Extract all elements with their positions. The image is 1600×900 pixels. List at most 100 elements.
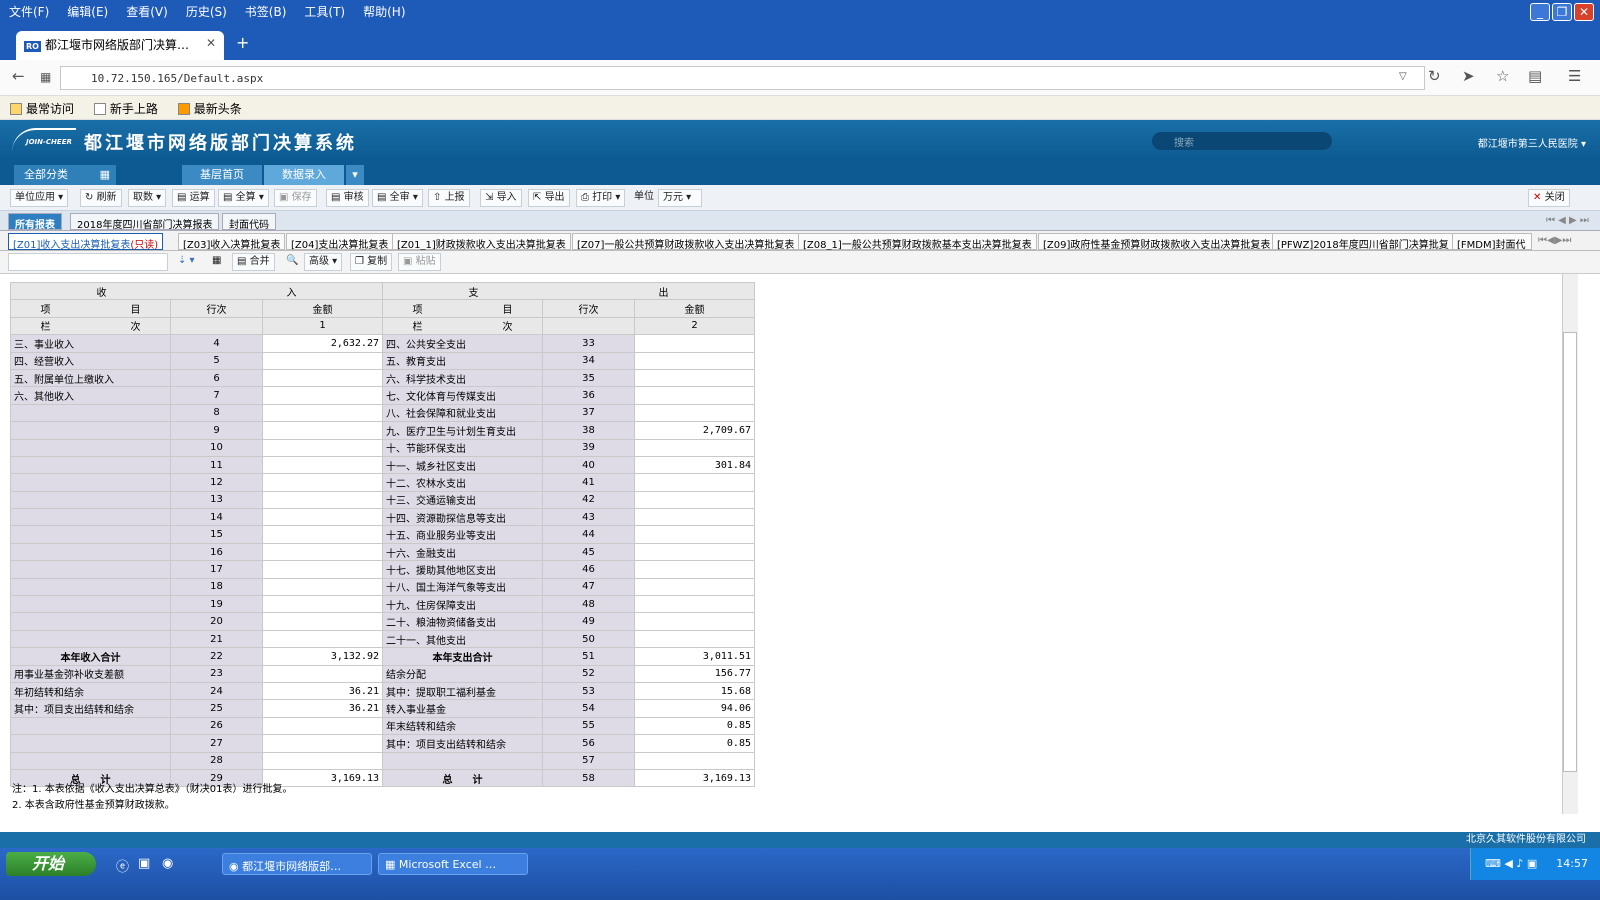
restore-icon[interactable]: ❐ <box>1552 3 1572 21</box>
income-amount-cell[interactable] <box>262 508 383 527</box>
browser-tab[interactable]: RO 都江堰市网络版部门决算… ✕ <box>16 31 224 60</box>
tab-scroll-icon[interactable]: ⏮◀▶⏭ <box>1534 233 1575 250</box>
expense-amount-cell[interactable] <box>634 751 755 770</box>
close-window-icon[interactable]: ✕ <box>1574 3 1594 21</box>
income-amount-cell[interactable] <box>262 542 383 562</box>
expense-amount-cell[interactable] <box>634 403 755 423</box>
menu-help[interactable]: 帮助(H) <box>354 0 414 23</box>
menu-bookmarks[interactable]: 书签(B) <box>236 0 296 23</box>
cell-input[interactable] <box>8 253 168 271</box>
calc-all-button[interactable]: ▤ 全算 ▾ <box>218 189 269 207</box>
expense-amount-cell[interactable] <box>634 508 755 527</box>
down-arrow-icon[interactable]: ⇣ ▾ <box>174 253 199 271</box>
calc-button[interactable]: ▤ 运算 <box>172 189 215 207</box>
explorer-icon[interactable]: ▣ <box>138 856 150 871</box>
income-amount-cell[interactable]: 2,632.27 <box>262 334 383 353</box>
expense-amount-cell[interactable]: 301.84 <box>634 455 755 475</box>
firefox-icon[interactable]: ◉ <box>162 856 173 871</box>
library-icon[interactable]: ▤ <box>1528 67 1542 85</box>
tab-report-z08-1[interactable]: [Z08_1]一般公共预算财政拨款基本支出决算批复表 <box>798 233 1037 250</box>
refresh-button[interactable]: ↻ 刷新 <box>80 189 122 207</box>
income-amount-cell[interactable] <box>262 421 383 440</box>
send-icon[interactable]: ➤ <box>1462 67 1475 85</box>
merge-button[interactable]: ▤ 合并 <box>232 253 275 271</box>
income-amount-cell[interactable] <box>262 664 383 683</box>
submit-button[interactable]: ⇧ 上报 <box>428 189 470 207</box>
tab-nav-icon[interactable]: ⏮ ◀ ▶ ⏭ <box>1540 213 1595 230</box>
advanced-button[interactable]: 高级 ▾ <box>304 253 343 271</box>
tab-report-pfwz[interactable]: [PFWZ]2018年度四川省部门决算批复 <box>1272 233 1454 250</box>
copy-button[interactable]: ❐ 复制 <box>350 253 393 271</box>
income-amount-cell[interactable] <box>262 716 383 736</box>
income-amount-cell[interactable] <box>262 455 383 475</box>
expense-amount-cell[interactable] <box>634 334 755 353</box>
menu-edit[interactable]: 编辑(E) <box>58 0 117 23</box>
fetch-button[interactable]: 取数 ▾ <box>128 189 167 207</box>
menu-tools[interactable]: 工具(T) <box>295 0 354 23</box>
bookmark-latest-headlines[interactable]: 最新头条 <box>172 96 248 121</box>
tray-icons[interactable]: ⌨ ◀ ♪ ▣ <box>1485 857 1537 870</box>
tab-report-z09[interactable]: [Z09]政府性基金预算财政拨款收入支出决算批复表 <box>1038 233 1276 250</box>
audit-all-button[interactable]: ▤ 全审 ▾ <box>372 189 423 207</box>
expense-amount-cell[interactable]: 94.06 <box>634 699 755 718</box>
income-amount-cell[interactable] <box>262 734 383 753</box>
income-amount-cell[interactable]: 36.21 <box>262 699 383 718</box>
income-amount-cell[interactable] <box>262 577 383 597</box>
expense-amount-cell[interactable] <box>634 612 755 631</box>
tab-report-z03[interactable]: [Z03]收入决算批复表 <box>178 233 286 250</box>
scrollbar-thumb[interactable] <box>1563 332 1577 772</box>
audit-button[interactable]: ▤ 审核 <box>326 189 369 207</box>
income-amount-cell[interactable] <box>262 403 383 423</box>
minimize-icon[interactable]: _ <box>1530 3 1550 21</box>
tab-report-z04[interactable]: [Z04]支出决算批复表 <box>286 233 394 250</box>
income-amount-cell[interactable] <box>262 368 383 388</box>
expense-amount-cell[interactable]: 15.68 <box>634 681 755 701</box>
expense-amount-cell[interactable] <box>634 490 755 510</box>
start-button[interactable]: 开始 <box>6 852 96 876</box>
expense-amount-cell[interactable] <box>634 368 755 388</box>
income-amount-cell[interactable] <box>262 525 383 544</box>
menu-file[interactable]: 文件(F) <box>0 0 58 23</box>
dropdown-icon[interactable]: ▽ <box>1399 71 1407 82</box>
expense-amount-cell[interactable] <box>634 595 755 614</box>
expense-amount-cell[interactable]: 2,709.67 <box>634 421 755 440</box>
tab-report-z07[interactable]: [Z07]一般公共预算财政拨款收入支出决算批复表 <box>572 233 800 250</box>
expense-amount-cell[interactable] <box>634 577 755 597</box>
user-menu[interactable]: 都江堰市第三人民医院 ▾ <box>1478 135 1586 150</box>
search-input[interactable]: 搜索 <box>1152 132 1332 150</box>
new-tab-icon[interactable]: + <box>236 33 249 52</box>
income-amount-cell[interactable] <box>262 351 383 370</box>
expense-amount-cell[interactable]: 3,169.13 <box>634 768 755 788</box>
hamburger-icon[interactable]: ☰ <box>1568 67 1581 85</box>
tab-2018-reports[interactable]: 2018年度四川省部门决算报表 <box>70 213 220 231</box>
print-button[interactable]: ⎙ 打印 ▾ <box>576 189 626 207</box>
close-page-button[interactable]: ✕ 关闭 <box>1528 189 1570 207</box>
income-amount-cell[interactable] <box>262 490 383 510</box>
tab-cover-code[interactable]: 封面代码 <box>222 213 276 231</box>
calendar-icon[interactable]: ▦ <box>208 253 225 271</box>
expense-amount-cell[interactable] <box>634 560 755 579</box>
grid-icon[interactable]: ▦ <box>40 70 51 84</box>
reload-icon[interactable]: ↻ <box>1428 67 1441 85</box>
income-amount-cell[interactable] <box>262 751 383 770</box>
income-amount-cell[interactable] <box>262 595 383 614</box>
income-amount-cell[interactable]: 3,132.92 <box>262 647 383 666</box>
income-amount-cell[interactable] <box>262 560 383 579</box>
ie-icon[interactable]: ⓔ <box>116 856 129 875</box>
tab-all-reports[interactable]: 所有报表 <box>8 213 62 231</box>
nav-all-categories[interactable]: 全部分类 ▦ <box>14 165 116 185</box>
expense-amount-cell[interactable]: 156.77 <box>634 664 755 683</box>
expense-amount-cell[interactable]: 0.85 <box>634 716 755 736</box>
unit-select[interactable]: 万元 ▾ <box>658 189 702 207</box>
tab-report-fmdm[interactable]: [FMDM]封面代 <box>1452 233 1532 250</box>
save-button[interactable]: ▣ 保存 <box>274 189 317 207</box>
tab-report-z01-1[interactable]: [Z01_1]财政拨款收入支出决算批复表 <box>392 233 571 250</box>
url-input[interactable]: 10.72.150.165/Default.aspx <box>60 66 1425 90</box>
expense-amount-cell[interactable]: 3,011.51 <box>634 647 755 666</box>
bookmark-getting-started[interactable]: 新手上路 <box>88 96 164 121</box>
nav-data-entry[interactable]: 数据录入 <box>264 165 344 185</box>
expense-amount-cell[interactable] <box>634 438 755 457</box>
expense-amount-cell[interactable] <box>634 351 755 370</box>
income-amount-cell[interactable] <box>262 612 383 631</box>
income-amount-cell[interactable] <box>262 438 383 457</box>
